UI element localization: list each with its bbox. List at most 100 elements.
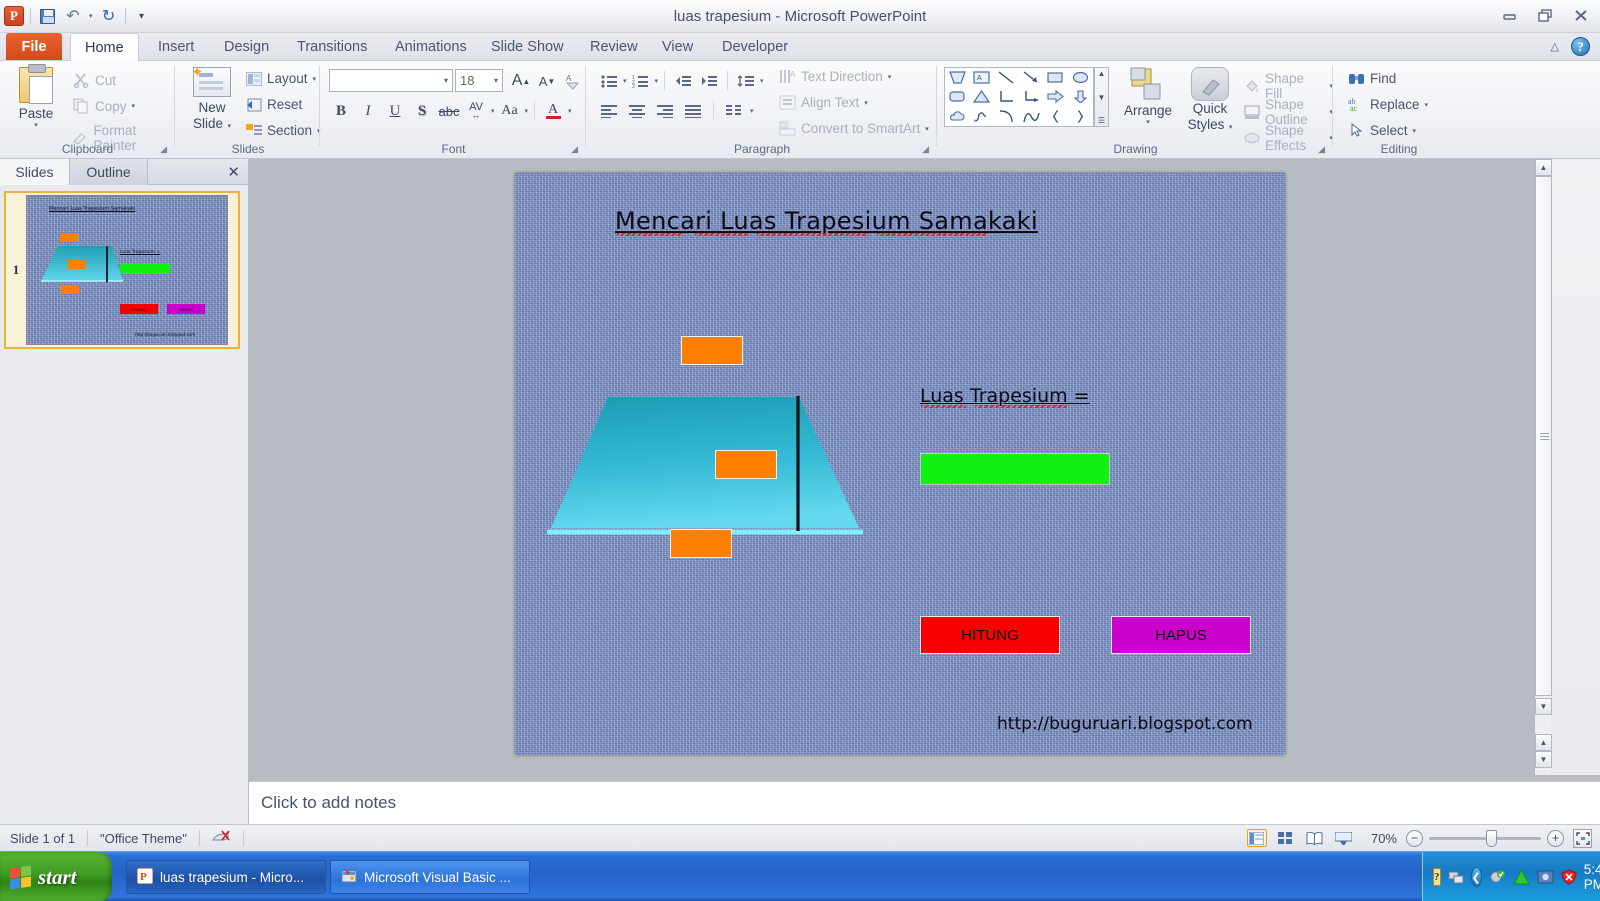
slide-thumbnail[interactable]: Mencari Luas Trapesium Samakaki Luas Tra… — [26, 195, 228, 345]
slide-vertical-scrollbar[interactable]: ▲ ▼ ▲ ▼ — [1534, 159, 1552, 775]
more-shapes-icon[interactable]: ☰ — [1098, 116, 1105, 125]
align-text-dropdown-icon[interactable]: ▾ — [864, 99, 868, 107]
shapes-gallery-scrollbar[interactable]: ▲ ▼ ☰ — [1094, 67, 1109, 127]
line-shape-icon[interactable] — [998, 71, 1015, 84]
text-direction-dropdown-icon[interactable]: ▾ — [888, 73, 892, 81]
clock[interactable]: 5:43 PM — [1584, 862, 1600, 892]
scroll-down-icon[interactable]: ▼ — [1098, 93, 1106, 102]
paragraph-dialog-launcher[interactable]: ◢ — [922, 144, 929, 155]
input-bottom[interactable] — [670, 529, 732, 558]
tab-design[interactable]: Design — [210, 33, 283, 61]
right-brace-shape-icon[interactable] — [1075, 110, 1086, 123]
replace-button[interactable]: ab ac Replace ▾ — [1348, 97, 1428, 112]
columns-dropdown-icon[interactable]: ▾ — [750, 107, 754, 115]
align-left-button[interactable] — [597, 99, 621, 123]
decrease-indent-button[interactable] — [671, 69, 695, 93]
close-icon[interactable] — [1570, 6, 1592, 24]
tab-animations[interactable]: Animations — [381, 33, 481, 61]
drawing-dialog-launcher[interactable]: ◢ — [1318, 144, 1325, 155]
arc-shape-icon[interactable] — [998, 110, 1015, 123]
rectangle-shape-icon[interactable] — [1047, 71, 1064, 84]
slide-show-icon[interactable] — [1334, 829, 1354, 847]
character-spacing-button[interactable]: AV ↔ — [464, 99, 488, 123]
arrange-button[interactable]: Arrange ▾ — [1118, 67, 1178, 126]
change-case-button[interactable]: Aa — [498, 99, 522, 123]
taskbar-item-powerpoint[interactable]: P luas trapesium - Micro... — [126, 860, 326, 894]
quick-styles-button[interactable]: Quick Styles ▾ — [1180, 67, 1240, 134]
security-alert-icon[interactable] — [1561, 868, 1577, 886]
chevron-down-icon[interactable]: ▾ — [494, 76, 498, 85]
decrease-font-size-button[interactable]: A ▼ — [535, 69, 559, 93]
change-case-dropdown-icon[interactable]: ▾ — [525, 107, 529, 115]
bullets-button[interactable] — [597, 69, 621, 93]
input-top[interactable] — [681, 336, 743, 365]
increase-font-size-button[interactable]: A ▲ — [509, 69, 533, 93]
line-spacing-button[interactable] — [734, 69, 758, 93]
select-dropdown-icon[interactable]: ▾ — [1413, 127, 1417, 135]
slide-sorter-icon[interactable] — [1276, 829, 1296, 847]
numbering-dropdown-icon[interactable]: ▾ — [655, 77, 659, 85]
updater-icon[interactable] — [1512, 868, 1530, 886]
trapezoid-shape-icon[interactable] — [948, 71, 966, 84]
result-field[interactable] — [920, 453, 1110, 485]
calculate-button[interactable]: HITUNG — [920, 616, 1060, 654]
align-text-button[interactable]: Align Text ▾ — [779, 95, 868, 110]
help-tray-icon[interactable]: ? — [1433, 868, 1441, 886]
taskbar-item-visual-basic[interactable]: Microsoft Visual Basic ... — [330, 860, 530, 894]
trapezoid-shape[interactable] — [547, 395, 863, 537]
zoom-in-button[interactable]: + — [1547, 829, 1564, 847]
elbow-connector-icon[interactable] — [998, 90, 1015, 103]
shapes-gallery[interactable]: A — [944, 67, 1094, 127]
tab-file[interactable]: File — [6, 33, 62, 60]
text-direction-button[interactable]: A Text Direction ▾ — [779, 69, 891, 84]
text-box-shape-icon[interactable]: A — [973, 71, 991, 84]
new-slide-dropdown-icon[interactable]: ▾ — [227, 123, 231, 130]
zoom-out-button[interactable]: − — [1406, 829, 1423, 847]
spellcheck-icon[interactable] — [211, 829, 231, 848]
triangle-shape-icon[interactable] — [973, 90, 991, 104]
notes-pane[interactable]: Click to add notes — [249, 781, 1600, 824]
normal-view-icon[interactable] — [1246, 829, 1267, 847]
down-arrow-shape-icon[interactable] — [1074, 90, 1088, 104]
font-name-input[interactable]: ▾ — [329, 69, 453, 92]
reset-button[interactable]: Reset — [246, 97, 302, 112]
text-shadow-button[interactable]: S — [410, 99, 434, 123]
tab-transitions[interactable]: Transitions — [283, 33, 381, 61]
clipboard-dialog-launcher[interactable]: ◢ — [160, 144, 167, 155]
cut-button[interactable]: Cut — [72, 71, 116, 89]
tab-insert[interactable]: Insert — [144, 33, 208, 61]
underline-button[interactable]: U — [383, 99, 407, 123]
zoom-track[interactable] — [1429, 829, 1541, 847]
scrollbar-thumb[interactable] — [1535, 176, 1552, 696]
show-hidden-icons-icon[interactable]: ❮ — [1470, 867, 1482, 887]
collapse-ribbon-icon[interactable]: △ — [1551, 40, 1559, 53]
font-dialog-launcher[interactable]: ◢ — [571, 144, 578, 155]
slide-title[interactable]: Mencari Luas Trapesium Samakaki — [615, 207, 1038, 236]
display-icon[interactable] — [1537, 868, 1554, 886]
start-button[interactable]: start — [0, 852, 112, 901]
strikethrough-button[interactable]: abc — [437, 99, 461, 123]
slide-thumbnail-item[interactable]: 1 Mencari Luas Trapesium Samakaki Luas T… — [4, 191, 240, 349]
character-spacing-dropdown-icon[interactable]: ▾ — [491, 107, 495, 115]
zoom-slider[interactable]: − + — [1406, 829, 1564, 847]
replace-dropdown-icon[interactable]: ▾ — [1425, 101, 1429, 109]
align-center-button[interactable] — [625, 99, 649, 123]
find-button[interactable]: Find — [1348, 71, 1396, 86]
tab-developer[interactable]: Developer — [708, 33, 802, 61]
help-icon[interactable]: ? — [1571, 37, 1590, 56]
network-icon[interactable] — [1448, 868, 1464, 886]
arrow-shape-icon[interactable] — [1023, 71, 1040, 84]
zoom-handle[interactable] — [1486, 829, 1497, 847]
left-brace-shape-icon[interactable] — [1050, 110, 1061, 123]
justify-button[interactable] — [681, 99, 705, 123]
arrange-dropdown-icon[interactable]: ▾ — [1118, 118, 1178, 126]
close-pane-icon[interactable]: ✕ — [227, 163, 240, 181]
slide-canvas[interactable]: Mencari Luas Trapesium Samakaki Luas Tra… — [515, 173, 1285, 755]
clear-formatting-button[interactable]: A — [561, 69, 585, 93]
oval-shape-icon[interactable] — [1072, 71, 1089, 84]
section-button[interactable]: Section ▾ — [246, 123, 321, 138]
tab-view[interactable]: View — [648, 33, 707, 61]
tab-review[interactable]: Review — [576, 33, 652, 61]
input-middle[interactable] — [715, 450, 777, 479]
cloud-shape-icon[interactable] — [949, 110, 966, 123]
